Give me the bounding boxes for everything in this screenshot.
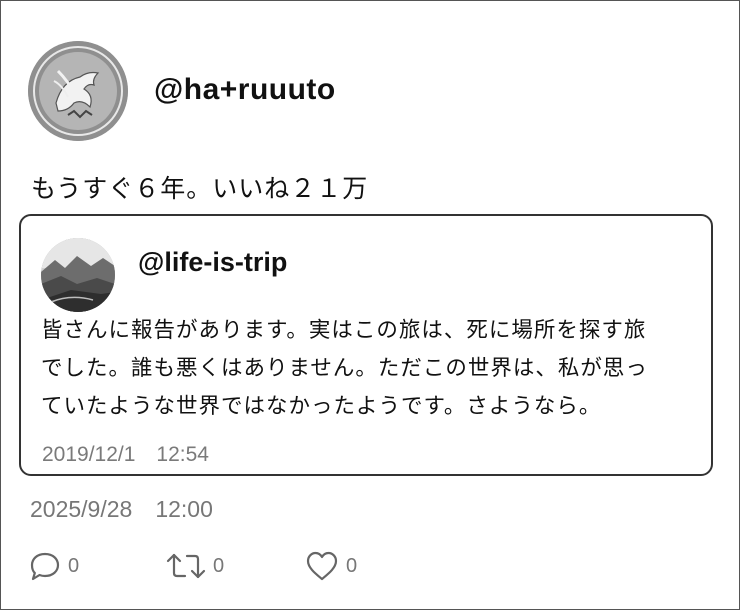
emblem-avatar-image xyxy=(28,41,128,141)
quoted-text-line: 皆さんに報告があります。実はこの旅は、死に場所を探す旅 xyxy=(41,318,647,343)
landscape-avatar-image xyxy=(41,238,115,312)
like-button[interactable]: 0 xyxy=(304,546,357,586)
retweet-icon xyxy=(166,553,206,579)
quoted-text-line: ていたような世界ではなかったようです。さようなら。 xyxy=(41,394,602,419)
user-avatar[interactable] xyxy=(28,41,128,141)
quoted-post-timestamp: 2019/12/1 12:54 xyxy=(42,443,209,466)
quoted-post-text: 皆さんに報告があります。実はこの旅は、死に場所を探す旅 でした。誰も悪くはありま… xyxy=(41,312,706,426)
quoted-user-handle[interactable]: @life-is-trip xyxy=(138,247,287,278)
retweet-button[interactable]: 0 xyxy=(165,546,224,586)
reply-icon xyxy=(30,552,60,581)
heart-icon xyxy=(306,551,338,581)
action-bar: 0 0 0 xyxy=(1,546,740,586)
post-card: @ha+ruuuto もうすぐ６年。いいね２１万 @life-is-trip 皆… xyxy=(0,0,740,610)
quoted-user-avatar[interactable] xyxy=(41,238,115,312)
reply-count: 0 xyxy=(68,554,80,577)
user-handle[interactable]: @ha+ruuuto xyxy=(154,73,336,107)
like-count: 0 xyxy=(346,554,358,577)
post-text: もうすぐ６年。いいね２１万 xyxy=(31,174,369,203)
post-timestamp: 2025/9/28 12:00 xyxy=(30,496,213,522)
quoted-post[interactable]: @life-is-trip 皆さんに報告があります。実はこの旅は、死に場所を探す… xyxy=(19,214,713,476)
quoted-text-line: でした。誰も悪くはありません。ただこの世界は、私が思っ xyxy=(41,356,648,381)
retweet-count: 0 xyxy=(213,554,225,577)
reply-button[interactable]: 0 xyxy=(28,546,79,586)
